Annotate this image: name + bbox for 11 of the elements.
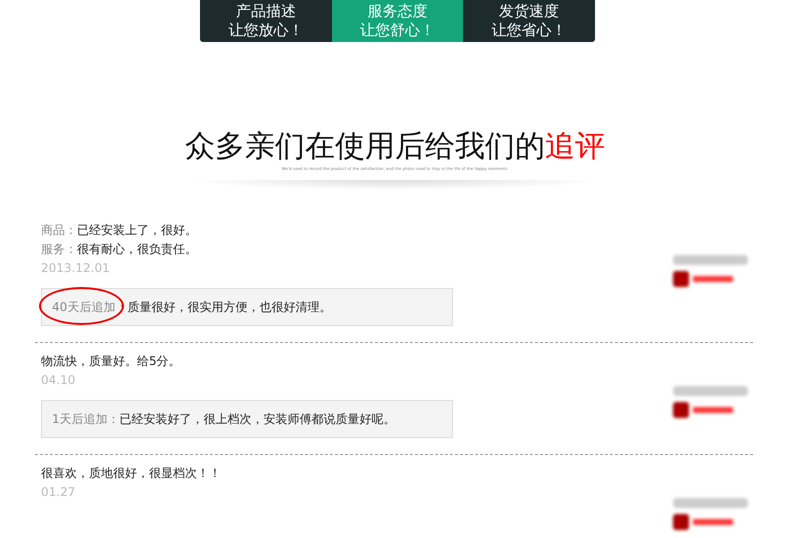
tab[interactable]: 产品描述 让您放心！ [200,0,332,42]
section-heading: 众多亲们在使用后给我们的追评 [184,128,606,166]
review-text: 服务：很有耐心，很负责任。 [41,241,198,258]
review-text: 很喜欢，质地很好，很显档次！！ [41,465,222,482]
tab[interactable]: 发货速度 让您省心！ [463,0,596,42]
review-date: 2013.12.01 [41,260,111,277]
followup-text: 1天后追加：已经安装好了，很上档次，安装师傅都说质量好呢。 [52,410,396,428]
review-text: 商品：已经安装上了，很好。 [41,222,198,239]
review-date: 04.10 [41,372,76,389]
review-text: 物流快，质量好。给5分。 [41,353,182,370]
review-date: 01.27 [41,484,76,501]
